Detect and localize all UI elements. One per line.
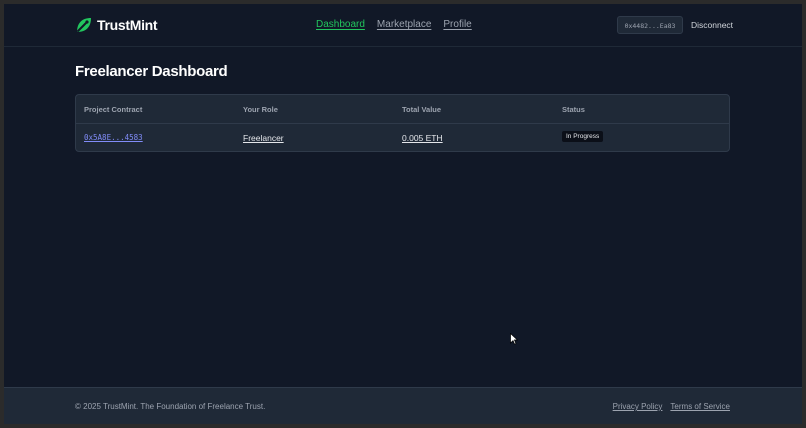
copyright-text: © 2025 TrustMint. The Foundation of Free…: [75, 402, 266, 411]
nav-dashboard[interactable]: Dashboard: [316, 19, 365, 30]
top-header: TrustMint Dashboard Marketplace Profile …: [4, 4, 802, 47]
page-title: Freelancer Dashboard: [75, 63, 228, 80]
value-cell: 0.005 ETH: [402, 133, 443, 143]
logo-text: TrustMint: [97, 17, 158, 33]
table-row: 0x5A8E...4583 Freelancer 0.005 ETH In Pr…: [76, 123, 729, 151]
terms-of-service-link[interactable]: Terms of Service: [670, 402, 730, 411]
app-window: TrustMint Dashboard Marketplace Profile …: [4, 4, 802, 424]
status-badge: In Progress: [562, 131, 604, 142]
column-header-role: Your Role: [243, 105, 278, 114]
nav-marketplace[interactable]: Marketplace: [377, 19, 431, 30]
main-nav: Dashboard Marketplace Profile: [316, 19, 472, 30]
leaf-mint-icon: [75, 16, 93, 34]
contract-address-link[interactable]: 0x5A8E...4583: [84, 133, 143, 142]
disconnect-button[interactable]: Disconnect: [691, 20, 733, 30]
nav-profile[interactable]: Profile: [443, 19, 471, 30]
column-header-value: Total Value: [402, 105, 442, 114]
footer: © 2025 TrustMint. The Foundation of Free…: [4, 387, 802, 424]
mouse-pointer-icon: [510, 333, 518, 345]
contracts-table: Project Contract Your Role Total Value S…: [75, 94, 730, 152]
wallet-address-badge[interactable]: 0x4482...Ea83: [617, 16, 683, 34]
table-header: Project Contract Your Role Total Value S…: [76, 95, 729, 124]
column-header-contract: Project Contract: [84, 105, 143, 114]
column-header-status: Status: [562, 105, 585, 114]
logo[interactable]: TrustMint: [75, 16, 158, 34]
role-cell: Freelancer: [243, 133, 284, 143]
footer-links: Privacy Policy Terms of Service: [613, 402, 730, 411]
privacy-policy-link[interactable]: Privacy Policy: [613, 402, 663, 411]
